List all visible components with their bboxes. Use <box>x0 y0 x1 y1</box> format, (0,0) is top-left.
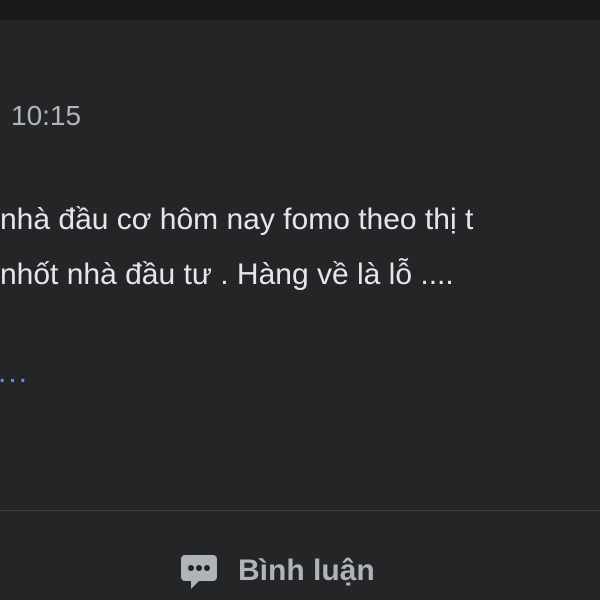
divider <box>0 510 600 511</box>
comment-button[interactable]: Bình luận <box>178 546 375 596</box>
post-text-line: nhà đầu cơ hôm nay fomo theo thị t <box>0 203 474 236</box>
comment-bubble-icon <box>178 550 220 592</box>
comment-label: Bình luận <box>238 554 375 587</box>
see-more-link[interactable]: ... <box>0 358 29 388</box>
post-text-line: nhốt nhà đầu tư . Hàng về là lỗ .... <box>0 258 454 291</box>
post-timestamp[interactable]: 10:15 <box>11 100 81 132</box>
post-body: nhà đầu cơ hôm nay fomo theo thị t nhốt … <box>0 192 600 302</box>
post-card: 10:15 nhà đầu cơ hôm nay fomo theo thị t… <box>0 20 600 600</box>
